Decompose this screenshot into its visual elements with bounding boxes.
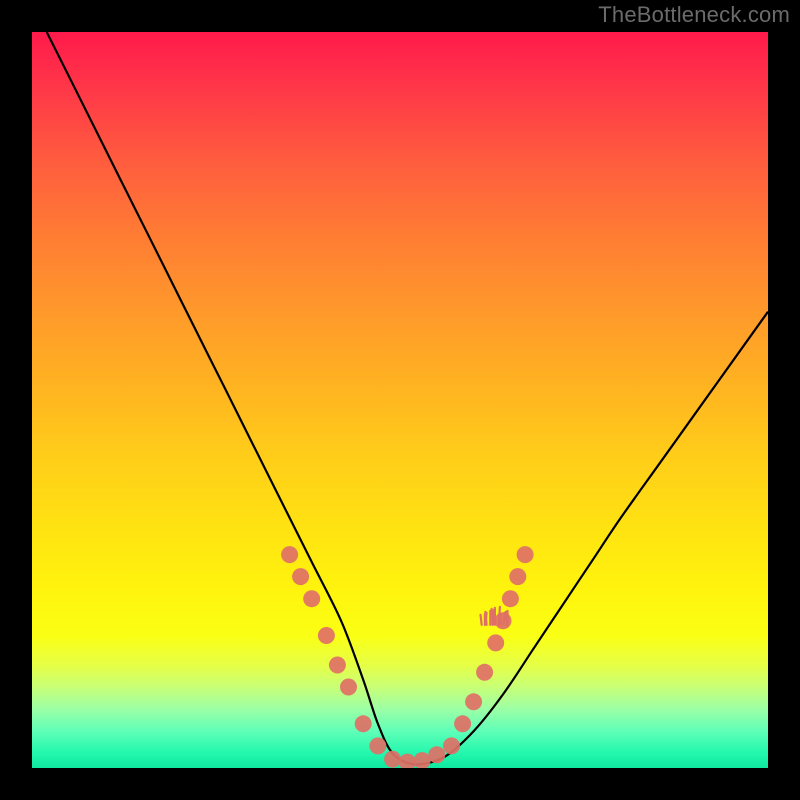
data-point bbox=[355, 715, 372, 732]
chart-frame: TheBottleneck.com bbox=[0, 0, 800, 800]
data-point bbox=[414, 752, 431, 768]
data-point bbox=[281, 546, 298, 563]
data-point bbox=[487, 634, 504, 651]
data-point bbox=[517, 546, 534, 563]
data-point bbox=[318, 627, 335, 644]
data-point bbox=[384, 751, 401, 768]
data-point bbox=[443, 737, 460, 754]
data-point bbox=[340, 679, 357, 696]
grass-spike bbox=[492, 609, 493, 625]
watermark-text: TheBottleneck.com bbox=[598, 2, 790, 28]
bottleneck-curve bbox=[47, 32, 768, 764]
data-point bbox=[303, 590, 320, 607]
data-point bbox=[509, 568, 526, 585]
grass-accent bbox=[481, 607, 508, 625]
data-point bbox=[292, 568, 309, 585]
data-point bbox=[399, 754, 416, 768]
grass-spike bbox=[485, 612, 486, 625]
data-point bbox=[369, 737, 386, 754]
data-point bbox=[454, 715, 471, 732]
data-point bbox=[465, 693, 482, 710]
grass-spike bbox=[481, 615, 482, 625]
plot-area bbox=[32, 32, 768, 768]
grass-spike bbox=[504, 613, 505, 625]
curve-svg bbox=[32, 32, 768, 768]
data-point bbox=[476, 664, 493, 681]
data-point bbox=[329, 657, 346, 674]
data-point bbox=[502, 590, 519, 607]
data-point bbox=[428, 746, 445, 763]
data-markers bbox=[281, 546, 533, 768]
